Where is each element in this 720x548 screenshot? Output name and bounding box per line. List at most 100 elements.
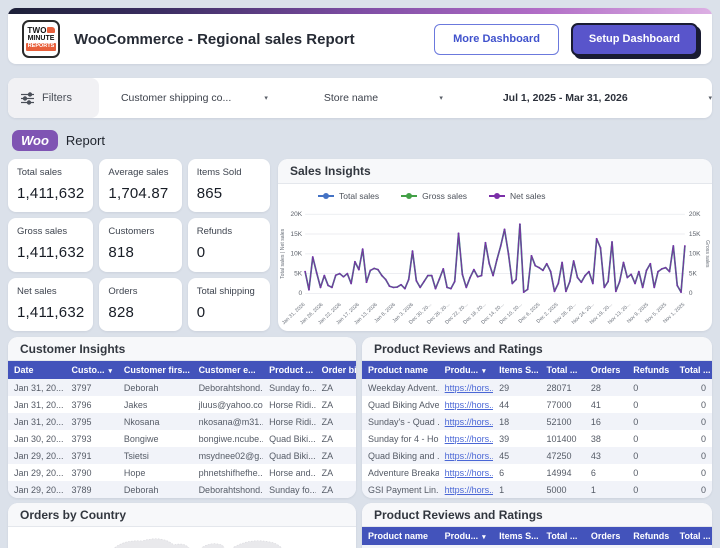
- cell-produ[interactable]: https://hors...: [439, 481, 493, 498]
- data-point: [584, 274, 587, 277]
- column-header-total[interactable]: Total ...: [673, 527, 712, 545]
- column-header-items-s[interactable]: Items S...: [493, 361, 541, 379]
- legend-item-net-sales[interactable]: Net sales: [489, 191, 545, 201]
- cell-product-name: Sunday's - Quad ...: [368, 416, 439, 427]
- column-header-total[interactable]: Total ...: [540, 527, 585, 545]
- cell-order-bi: ZA: [321, 433, 334, 444]
- more-dashboard-button[interactable]: More Dashboard: [434, 23, 559, 55]
- data-point: [457, 232, 460, 235]
- report-label: Report: [65, 132, 105, 148]
- cell-produ[interactable]: https://hors...: [439, 447, 493, 464]
- cell-produ[interactable]: https://hors...: [439, 413, 493, 430]
- data-point: [380, 274, 383, 277]
- column-header-total[interactable]: Total ...: [673, 361, 712, 379]
- data-point: [611, 241, 613, 243]
- cell-produ[interactable]: https://hors...: [439, 430, 493, 447]
- cell-product-name: Quad Biking and ...: [368, 450, 439, 461]
- cell-custo: 3789: [71, 484, 92, 495]
- dropdown-value: Store name: [323, 92, 379, 104]
- data-point: [327, 284, 330, 287]
- data-point: [503, 228, 506, 231]
- table-row[interactable]: Quad Biking and ... https://hors... 45 4725…: [362, 447, 712, 464]
- table-row[interactable]: Jan 29, 20... 3790 Hope phnetshifhefhe... Ho…: [8, 464, 356, 481]
- cell-customer-firs: Nkosana: [123, 416, 160, 427]
- column-header-order-bi[interactable]: Order bi...: [315, 361, 356, 379]
- cell-produ[interactable]: https://hors...: [439, 396, 493, 413]
- column-header-total[interactable]: Total ...: [540, 361, 585, 379]
- column-header-customer-firs[interactable]: Customer firs...: [117, 361, 193, 379]
- column-header-custo[interactable]: Custo... ▾: [65, 361, 118, 379]
- column-header-refunds[interactable]: Refunds: [627, 361, 674, 379]
- cell-custo: 3797: [71, 382, 92, 393]
- cell-customer-e: bongiwe.ncube...: [198, 433, 264, 444]
- setup-dashboard-button[interactable]: Setup Dashboard: [570, 22, 698, 56]
- kpi-card-items-sold: Items Sold 865: [187, 159, 270, 213]
- data-point: [538, 266, 541, 269]
- table-row[interactable]: Sunday for 4 - Ho... https://hors... 39 101…: [362, 430, 712, 447]
- cell-product-name: Sunday for 4 - Ho...: [368, 433, 439, 444]
- column-header-produ[interactable]: Produ... ▾: [438, 361, 494, 379]
- customer-shipping-country-dropdown[interactable]: Customer shipping co... ▾: [121, 78, 268, 118]
- column-header-refunds[interactable]: Refunds: [627, 527, 674, 545]
- table-row[interactable]: Quad Biking Adve...https://hors... 44 7700…: [362, 396, 712, 413]
- cell-date: Jan 29, 20...: [14, 467, 64, 478]
- data-point: [630, 273, 633, 276]
- logo-line-3: REPORTS: [25, 43, 57, 51]
- main-grid: Total sales 1,411,632 Average sales 1,704.8…: [8, 159, 712, 331]
- table-row[interactable]: GSI Payment Lin... https://hors... 1 5000 1 0…: [362, 481, 712, 498]
- table-row[interactable]: Adventure Breaka...https://hors... 6 14994…: [362, 464, 712, 481]
- table-row[interactable]: Jan 31, 20... 3796 Jakes jluus@yahoo.com Hor…: [8, 396, 356, 413]
- cell-total: 0: [700, 416, 706, 427]
- store-name-dropdown[interactable]: Store name ▾: [324, 78, 443, 118]
- data-point: [403, 287, 406, 290]
- table-row[interactable]: Jan 31, 20... 3797 Deborah Deborahtshond...…: [8, 379, 356, 396]
- data-point: [519, 223, 521, 226]
- orders-by-country-title: Orders by Country: [8, 503, 356, 527]
- data-point: [526, 288, 529, 291]
- column-header-orders[interactable]: Orders: [584, 527, 628, 545]
- cell-refunds: 0: [633, 450, 639, 461]
- cell-total: 0: [700, 450, 706, 461]
- cell-produ[interactable]: https://hors...: [439, 464, 493, 481]
- cell-customer-e: msydnee02@g...: [198, 450, 264, 461]
- table-row[interactable]: Jan 29, 20... 3789 Deborah Deborahtshond...…: [8, 481, 356, 498]
- cell-customer-e: jluus@yahoo.com: [198, 399, 264, 410]
- column-header-items-s[interactable]: Items S...: [493, 527, 541, 545]
- filters-toggle[interactable]: Filters: [8, 78, 99, 118]
- table-header-row: Product name Produ... ▾ Items S... Total ...…: [362, 527, 712, 545]
- filter-bar: Filters Customer shipping co... ▾ Store …: [8, 78, 712, 118]
- legend-item-gross-sales[interactable]: Gross sales: [401, 191, 467, 201]
- column-header-produ[interactable]: Produ... ▾: [438, 527, 494, 545]
- chevron-down-icon: ▾: [439, 95, 443, 102]
- cell-produ[interactable]: https://hors...: [439, 379, 493, 396]
- table-row[interactable]: Sunday's - Quad ... https://hors... 18 5210…: [362, 413, 712, 430]
- kpi-card-total-shipping: Total shipping 0: [187, 277, 270, 331]
- data-point: [449, 287, 452, 290]
- column-header-date[interactable]: Date: [8, 361, 66, 379]
- column-header-product-name[interactable]: Product name: [362, 361, 439, 379]
- column-header-product-name[interactable]: Product name: [362, 527, 439, 545]
- column-header-customer-e[interactable]: Customer e...: [192, 361, 264, 379]
- cell-customer-firs: Jakes: [123, 399, 148, 410]
- legend-item-total-sales[interactable]: Total sales: [318, 191, 379, 201]
- data-point: [588, 270, 590, 273]
- cell-custo: 3793: [71, 433, 92, 444]
- world-map[interactable]: [8, 527, 356, 548]
- cell-orders: 6: [590, 467, 596, 478]
- cell-refunds: 0: [633, 484, 639, 495]
- data-point: [426, 274, 429, 277]
- date-range-dropdown[interactable]: Jul 1, 2025 - Mar 31, 2026 ▾: [503, 78, 712, 118]
- dropdown-value: Customer shipping co...: [120, 92, 232, 104]
- table-row[interactable]: Jan 29, 20... 3791 Tsietsi msydnee02@g... Qu…: [8, 447, 356, 464]
- data-point: [614, 290, 617, 293]
- table-row[interactable]: Jan 30, 20... 3793 Bongiwe bongiwe.ncube...…: [8, 430, 356, 447]
- table-header-row: Date Custo... ▾ Customer firs... Customer e.…: [8, 361, 356, 379]
- column-header-orders[interactable]: Orders: [584, 361, 628, 379]
- cell-product: Quad Biki...: [269, 433, 316, 444]
- table-row[interactable]: Weekday Advent...https://hors... 29 28071 2…: [362, 379, 712, 396]
- cell-refunds: 0: [633, 433, 639, 444]
- data-point: [553, 290, 556, 293]
- cell-product: Sunday fo...: [269, 382, 316, 393]
- column-header-product[interactable]: Product ...: [263, 361, 316, 379]
- table-row[interactable]: Jan 31, 20... 3795 Nkosana nkosana@m31... Ho…: [8, 413, 356, 430]
